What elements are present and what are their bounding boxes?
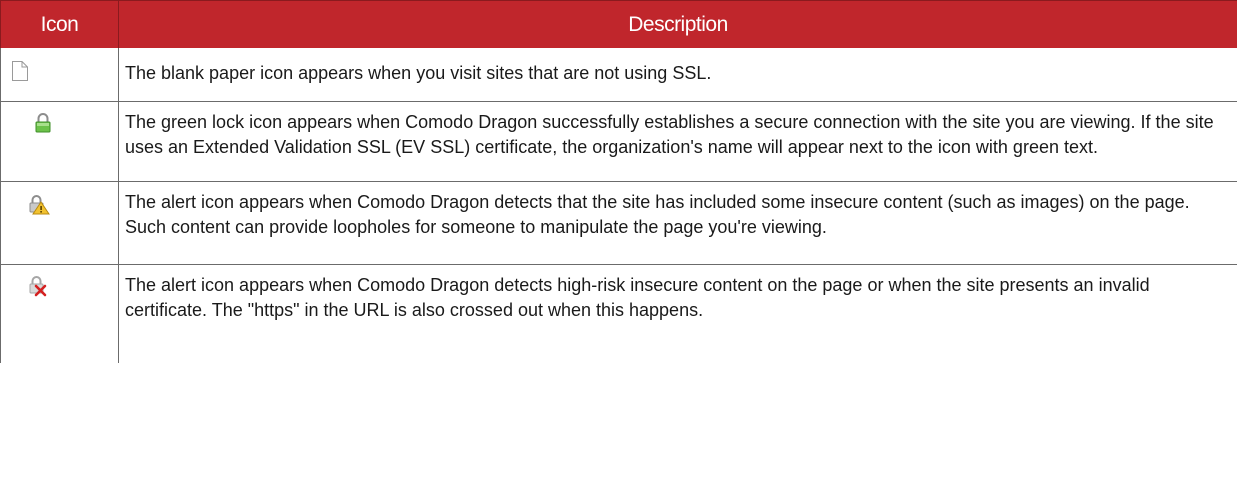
column-header-icon: Icon [0, 0, 119, 48]
icon-cell [0, 181, 119, 265]
column-header-description: Description [118, 0, 1237, 48]
description-cell: The blank paper icon appears when you vi… [118, 48, 1237, 102]
table-row: The alert icon appears when Comodo Drago… [0, 264, 1237, 363]
table-row: The alert icon appears when Comodo Drago… [0, 181, 1237, 265]
green-lock-icon [35, 113, 51, 133]
icon-cell [0, 264, 119, 363]
description-cell: The green lock icon appears when Comodo … [118, 101, 1237, 182]
lock-error-icon [29, 276, 47, 297]
description-cell: The alert icon appears when Comodo Drago… [118, 264, 1237, 363]
lock-alert-icon [29, 195, 50, 215]
blank-paper-icon [12, 61, 28, 81]
description-cell: The alert icon appears when Comodo Drago… [118, 181, 1237, 265]
icon-description-table: Icon Description The blank paper icon ap… [0, 0, 1237, 363]
table-header-row: Icon Description [0, 0, 1237, 48]
table-row: The blank paper icon appears when you vi… [0, 48, 1237, 102]
table-row: The green lock icon appears when Comodo … [0, 101, 1237, 182]
icon-cell [0, 48, 119, 102]
icon-cell [0, 101, 119, 182]
